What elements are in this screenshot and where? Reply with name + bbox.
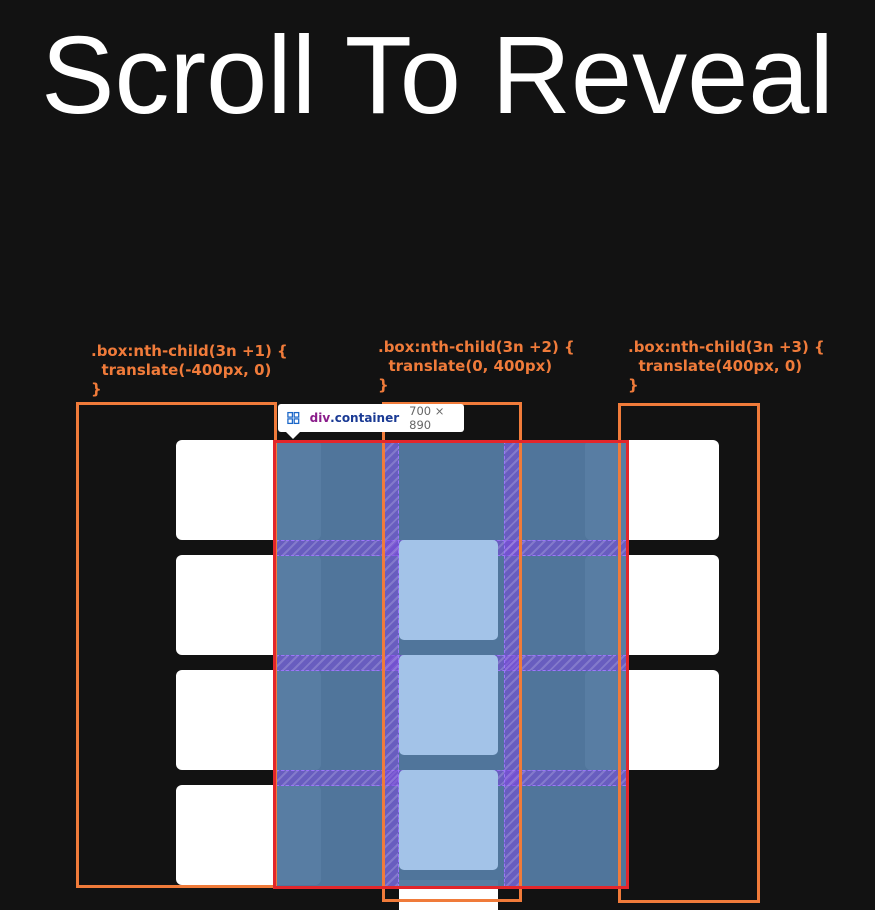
- inspector-tooltip: div .container 700 × 890: [278, 404, 464, 432]
- inspector-class-name: .container: [330, 411, 400, 425]
- container-outline: [273, 440, 629, 889]
- annotation-left: .box:nth-child(3n +1) { translate(-400px…: [91, 342, 288, 398]
- inspector-tag-name: div: [309, 411, 331, 425]
- annotation-right: .box:nth-child(3n +3) { translate(400px,…: [628, 338, 825, 394]
- annotation-middle: .box:nth-child(3n +2) { translate(0, 400…: [378, 338, 575, 394]
- inspector-dimensions: 700 × 890: [409, 404, 445, 432]
- right-column-outline: [618, 403, 760, 903]
- inspector-tooltip-arrow: [286, 432, 300, 439]
- left-column-outline: [76, 402, 277, 888]
- page-title: Scroll To Reveal: [41, 14, 834, 137]
- grid-layout-icon: [287, 411, 300, 425]
